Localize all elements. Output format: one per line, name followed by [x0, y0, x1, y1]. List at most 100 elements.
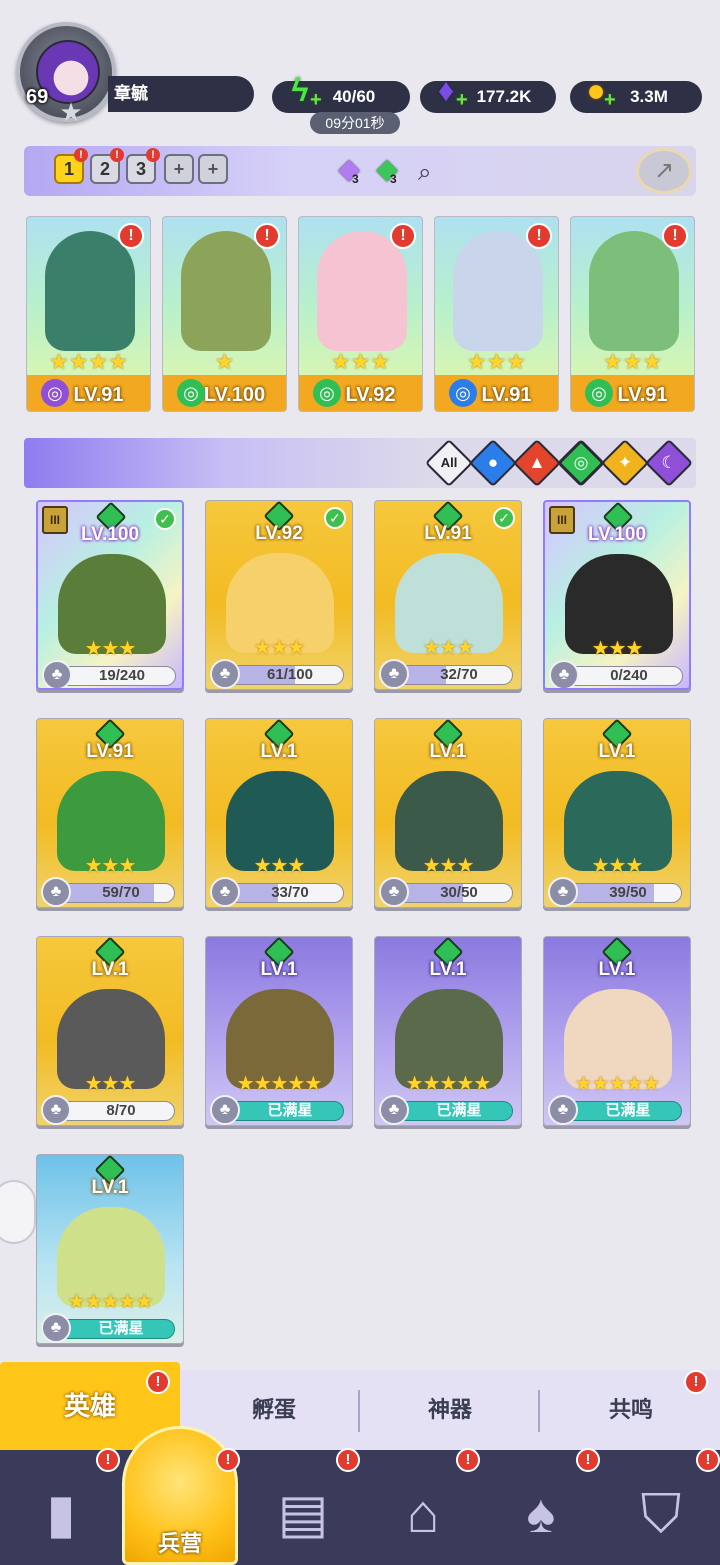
progress-text: 33/70	[271, 884, 309, 901]
star-rating: ★★★	[591, 638, 644, 660]
hero-card[interactable]: LV.1 ★★★ 39/50 ♣	[543, 718, 691, 908]
team-hero-card[interactable]: ★★★ LV.92 ◎!	[298, 216, 423, 412]
hero-card[interactable]: LV.91 ★★★ 59/70 ♣	[36, 718, 184, 908]
star-rating: ★★★★★	[574, 1073, 661, 1095]
share-button[interactable]: ↗	[636, 148, 692, 194]
hero-level: LV.1	[91, 1177, 129, 1198]
shard-icon: ♣	[42, 660, 72, 688]
search-icon[interactable]: ⌕	[418, 158, 448, 188]
hero-level: LV.1	[91, 959, 129, 980]
add-energy-icon[interactable]: +	[310, 90, 326, 110]
moon-icon: ☾	[661, 453, 677, 472]
team-hero-card[interactable]: ★★★★ LV.91 ◎!	[26, 216, 151, 412]
progress-text: 32/70	[440, 666, 478, 683]
fire-icon: ▲	[528, 453, 546, 472]
team-hero-card[interactable]: ★ LV.100 ◎!	[162, 216, 287, 412]
nav-mushroom-icon[interactable]: ♠	[492, 1466, 590, 1562]
add-gold-icon[interactable]: +	[604, 90, 620, 110]
rank-badge: III	[549, 506, 575, 534]
upgrade-alert: !	[118, 223, 144, 249]
purple-crystal-count: 3	[352, 172, 359, 186]
tab-divider	[358, 1390, 360, 1432]
nav-mushroom-alert: !	[576, 1448, 600, 1472]
player-level: 69	[26, 86, 49, 108]
upgrade-alert: !	[662, 223, 688, 249]
nav-guild-icon[interactable]: ⛉	[612, 1466, 710, 1562]
filter-all-label: All	[440, 455, 458, 470]
star-rating: ★★★	[84, 638, 137, 660]
hero-card[interactable]: LV.1 ★★★★★ 已满星 ♣	[374, 936, 522, 1126]
add-team-button-2[interactable]: +	[198, 154, 228, 184]
add-team-button[interactable]: +	[164, 154, 194, 184]
team-tab-1-alert: !	[74, 148, 88, 162]
shard-icon: ♣	[379, 877, 409, 907]
element-icon: ◎	[313, 379, 341, 407]
shard-icon: ♣	[549, 660, 579, 688]
upgrade-alert: !	[390, 223, 416, 249]
progress-text: 19/240	[99, 667, 145, 684]
shard-icon: ♣	[210, 877, 240, 907]
tab-resonance-alert: !	[684, 1370, 708, 1394]
team-hero-card[interactable]: ★★★ LV.91 ◎!	[434, 216, 559, 412]
progress-text: 0/240	[610, 667, 648, 684]
hero-card[interactable]: LV.1 ★★★ 30/50 ♣	[374, 718, 522, 908]
star-rating: ★★★	[84, 1073, 137, 1095]
tab-artifact[interactable]: 神器	[362, 1380, 538, 1440]
hero-portrait	[589, 231, 679, 351]
tab-divider	[538, 1390, 540, 1432]
star-rating: ★	[214, 349, 235, 374]
hero-card[interactable]: LV.1 ★★★★★ 已满星 ♣	[205, 936, 353, 1126]
hero-card[interactable]: LV.92 ★★★ 61/100 ♣ ✓	[205, 500, 353, 690]
progress-text: 39/50	[609, 884, 647, 901]
nav-castle-icon[interactable]: ⌂	[374, 1466, 472, 1562]
element-icon: ◎	[41, 379, 69, 407]
star-rating: ★★★	[591, 855, 644, 877]
hero-card[interactable]: LV.1 ★★★ 33/70 ♣	[205, 718, 353, 908]
hero-portrait	[181, 231, 271, 351]
nav-cards-icon[interactable]: ▮	[12, 1466, 110, 1562]
star-rating: ★★★	[422, 637, 475, 659]
shard-icon: ♣	[379, 1095, 409, 1125]
progress-text: 已满星	[98, 1320, 144, 1337]
leaf-swirl-icon: ◎	[573, 453, 589, 472]
nav-cards-alert: !	[96, 1448, 120, 1472]
nav-barracks-alert: !	[216, 1448, 240, 1472]
element-icon: ◎	[585, 379, 613, 407]
hero-card[interactable]: LV.100 ★★★ 19/240 ♣ ✓ III	[36, 500, 184, 690]
nav-guild-alert: !	[696, 1448, 720, 1472]
hero-portrait	[45, 231, 135, 351]
shard-icon: ♣	[379, 659, 409, 689]
star-rating: ★★★	[602, 349, 663, 374]
rank-badge: III	[42, 506, 68, 534]
hero-level: LV.91	[86, 741, 134, 762]
shard-icon: ♣	[210, 1095, 240, 1125]
hero-card[interactable]: LV.91 ★★★ 32/70 ♣ ✓	[374, 500, 522, 690]
shard-icon: ♣	[41, 1313, 71, 1343]
green-crystal-count: 3	[390, 172, 397, 186]
hero-card[interactable]: LV.1 ★★★★★ 已满星 ♣	[36, 1154, 184, 1344]
hero-level: LV.1	[260, 741, 298, 762]
star-rating: ★★★	[253, 855, 306, 877]
hero-card[interactable]: LV.1 ★★★★★ 已满星 ♣	[543, 936, 691, 1126]
nav-book-alert: !	[336, 1448, 360, 1472]
tab-hatch[interactable]: 孵蛋	[190, 1380, 358, 1440]
team-tab-2-alert: !	[110, 148, 124, 162]
star-rating: ★★★★★	[405, 1073, 492, 1095]
hero-level: LV.1	[260, 959, 298, 980]
nav-book-icon[interactable]: ▤	[254, 1466, 352, 1562]
hero-card[interactable]: LV.100 ★★★ 0/240 ♣ III	[543, 500, 691, 690]
team-hero-card[interactable]: ★★★ LV.91 ◎!	[570, 216, 695, 412]
star-rating: ★★★	[422, 855, 475, 877]
side-helper-avatar[interactable]	[0, 1180, 36, 1244]
star-rating: ★★★	[253, 637, 306, 659]
progress-text: 已满星	[436, 1102, 482, 1119]
shard-icon: ♣	[41, 877, 71, 907]
hero-card[interactable]: LV.1 ★★★ 8/70 ♣	[36, 936, 184, 1126]
progress-text: 8/70	[106, 1102, 136, 1119]
player-name[interactable]: 章毓	[108, 76, 254, 112]
element-icon: ◎	[449, 379, 477, 407]
shard-icon: ♣	[548, 877, 578, 907]
add-gem-icon[interactable]: +	[456, 90, 472, 110]
progress-text: 已满星	[605, 1102, 651, 1119]
energy-timer: 09分01秒	[310, 112, 400, 134]
